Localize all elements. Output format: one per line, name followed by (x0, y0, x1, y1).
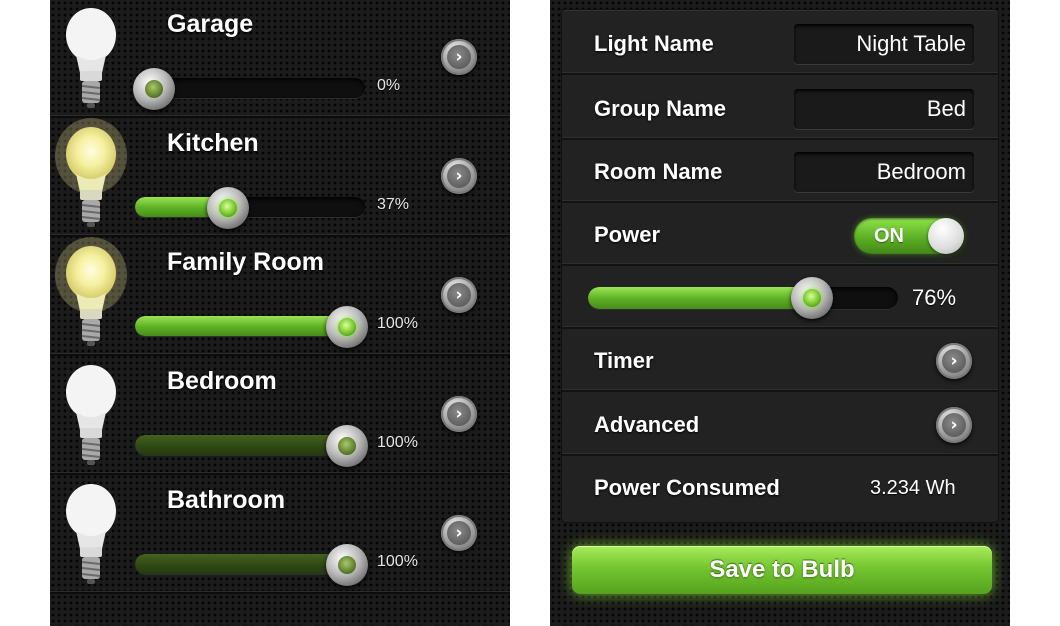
chevron-right-icon: › (942, 413, 966, 437)
chevron-right-icon: › (942, 349, 966, 373)
detail-disclosure-button[interactable]: › (441, 277, 477, 313)
light-row-garage[interactable]: Garage 0% › (50, 0, 510, 118)
bulb-on-icon (55, 237, 127, 346)
brightness-slider-knob[interactable] (326, 306, 368, 348)
chevron-right-icon: › (447, 402, 471, 426)
timer-disclosure-button[interactable]: › (936, 343, 972, 379)
light-name: Bedroom (167, 367, 277, 395)
brightness-slider-track[interactable] (135, 197, 365, 217)
brightness-slider-fill (588, 287, 815, 309)
light-name-row: Light Name Night Table (562, 12, 998, 75)
light-name: Garage (167, 10, 254, 38)
light-name: Bathroom (167, 486, 286, 514)
light-detail-panel: Light Name Night Table Group Name Bed Ro… (550, 0, 1010, 626)
power-toggle-state: ON (874, 225, 904, 247)
group-name-row: Group Name Bed (562, 77, 998, 140)
bulb-on-icon (55, 118, 127, 227)
light-name-field[interactable]: Night Table (794, 24, 974, 64)
save-to-bulb-button[interactable]: Save to Bulb (572, 546, 992, 594)
brightness-percent: 100% (377, 434, 418, 451)
power-toggle[interactable]: ON (854, 218, 964, 254)
detail-disclosure-button[interactable]: › (441, 396, 477, 432)
group-name-field[interactable]: Bed (794, 89, 974, 129)
light-row-family-room[interactable]: Family Room 100% › (50, 237, 510, 356)
room-name-row: Room Name Bedroom (562, 140, 998, 203)
brightness-slider-knob[interactable] (326, 425, 368, 467)
timer-label: Timer (594, 348, 654, 373)
light-name: Kitchen (167, 129, 259, 157)
bulb-off-icon (66, 8, 116, 108)
lights-list-panel: Garage 0% › Kitchen 37% › Family Room 10… (50, 0, 510, 626)
advanced-label: Advanced (594, 412, 700, 437)
light-row-bathroom[interactable]: Bathroom 100% › (50, 475, 510, 594)
bulb-off-icon (66, 365, 116, 465)
advanced-row[interactable]: Advanced › (562, 393, 998, 456)
detail-disclosure-button[interactable]: › (441, 515, 477, 551)
chevron-right-icon: › (447, 521, 471, 545)
room-name-field[interactable]: Bedroom (794, 152, 974, 192)
power-consumed-row: Power Consumed 3.234 Wh (562, 456, 998, 519)
brightness-slider-track[interactable] (588, 287, 898, 309)
brightness-slider-knob[interactable] (791, 277, 833, 319)
detail-disclosure-button[interactable]: › (441, 158, 477, 194)
advanced-disclosure-button[interactable]: › (936, 407, 972, 443)
power-consumed-value: 3.234 Wh (870, 477, 956, 499)
timer-row[interactable]: Timer › (562, 329, 998, 392)
light-row-kitchen[interactable]: Kitchen 37% › (50, 118, 510, 237)
chevron-right-icon: › (447, 283, 471, 307)
light-name-label: Light Name (594, 31, 714, 56)
brightness-slider-knob[interactable] (133, 68, 175, 110)
brightness-slider-knob[interactable] (207, 187, 249, 229)
detail-disclosure-button[interactable]: › (441, 39, 477, 75)
light-row-bedroom[interactable]: Bedroom 100% › (50, 356, 510, 475)
power-toggle-thumb (928, 218, 964, 254)
power-consumed-label: Power Consumed (594, 475, 780, 500)
brightness-row: 76% (562, 266, 998, 329)
brightness-percent: 0% (377, 77, 401, 94)
brightness-slider-knob[interactable] (326, 544, 368, 586)
brightness-percent: 76% (912, 285, 957, 310)
brightness-percent: 100% (377, 315, 418, 332)
group-name-label: Group Name (594, 96, 727, 121)
brightness-percent: 100% (377, 553, 418, 570)
light-name: Family Room (167, 248, 324, 276)
bulb-off-icon (66, 484, 116, 584)
chevron-right-icon: › (447, 45, 471, 69)
power-label: Power (594, 222, 661, 247)
power-row: Power ON (562, 203, 998, 266)
chevron-right-icon: › (447, 164, 471, 188)
room-name-label: Room Name (594, 159, 723, 184)
brightness-percent: 37% (377, 196, 410, 213)
